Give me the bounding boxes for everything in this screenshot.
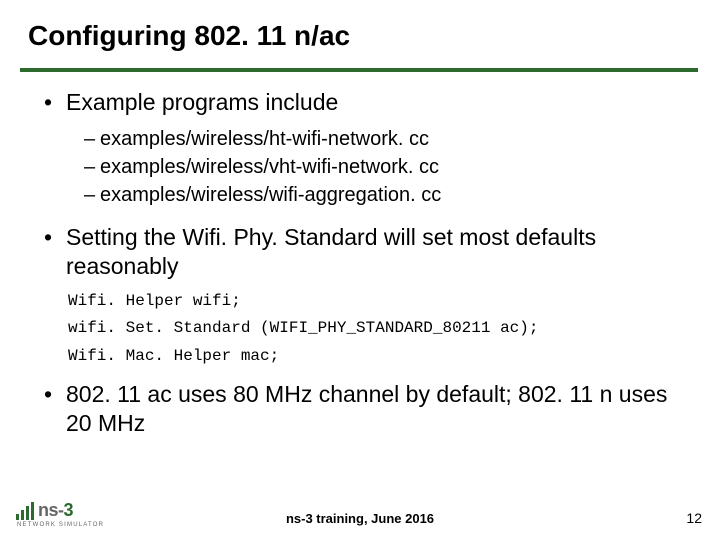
bullet-2: Setting the Wifi. Phy. Standard will set… <box>44 223 684 281</box>
bullet-1-sublist: examples/wireless/ht-wifi-network. cc ex… <box>84 125 684 209</box>
slide-title: Configuring 802. 11 n/ac <box>28 20 350 52</box>
slide: Configuring 802. 11 n/ac Example program… <box>0 0 720 540</box>
code-line-2: wifi. Set. Standard (WIFI_PHY_STANDARD_8… <box>68 315 684 342</box>
code-line-3: Wifi. Mac. Helper mac; <box>68 343 684 370</box>
sub-bullet-1: examples/wireless/ht-wifi-network. cc <box>84 125 684 153</box>
code-line-1: Wifi. Helper wifi; <box>68 288 684 315</box>
code-block: Wifi. Helper wifi; wifi. Set. Standard (… <box>68 288 684 370</box>
footer-text: ns-3 training, June 2016 <box>0 511 720 526</box>
page-number: 12 <box>686 510 702 526</box>
sub-bullet-2: examples/wireless/vht-wifi-network. cc <box>84 153 684 181</box>
bullet-3: 802. 11 ac uses 80 MHz channel by defaul… <box>44 380 684 438</box>
sub-bullet-3: examples/wireless/wifi-aggregation. cc <box>84 181 684 209</box>
bullet-1: Example programs include <box>44 88 684 117</box>
slide-body: Example programs include examples/wirele… <box>44 88 684 445</box>
title-divider <box>20 68 698 72</box>
